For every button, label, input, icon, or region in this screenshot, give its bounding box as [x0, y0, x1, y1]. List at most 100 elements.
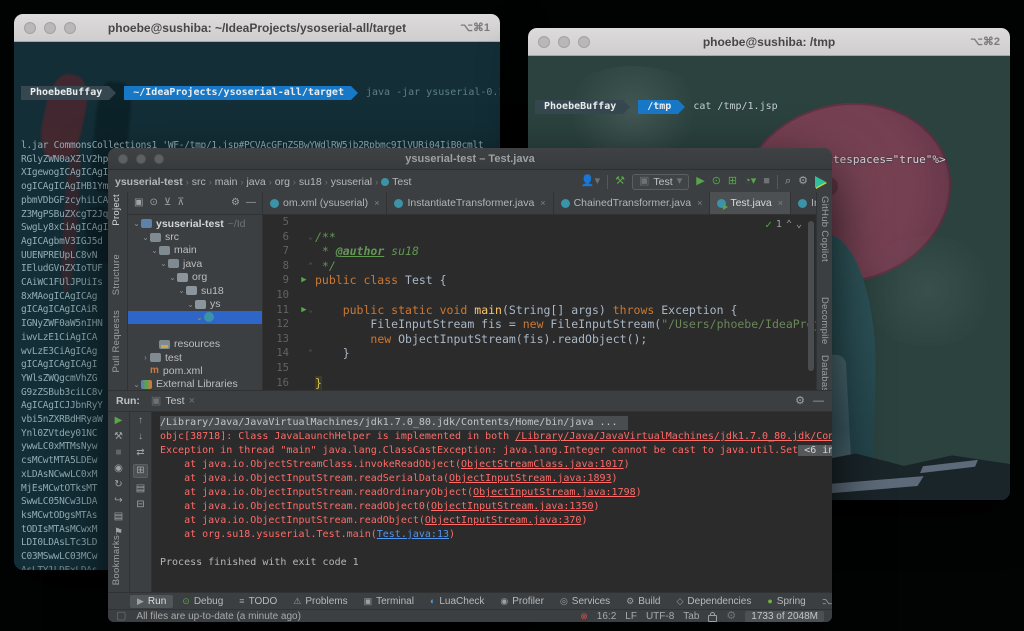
dump-threads-icon[interactable]: ◉ — [114, 464, 123, 474]
exit-icon[interactable]: ↪ — [114, 496, 122, 506]
up-stack-icon[interactable]: ↑ — [138, 416, 143, 426]
profile-icon[interactable]: 👤▾ — [581, 176, 600, 187]
settings-heart-icon[interactable]: ⚙ — [726, 611, 736, 622]
close-icon[interactable]: × — [778, 198, 783, 208]
stack-trace-link[interactable]: Test.java:13 — [377, 529, 449, 540]
file-encoding[interactable]: UTF-8 — [646, 611, 674, 622]
chevron-icon[interactable]: › — [141, 353, 150, 362]
breadcrumb-item[interactable]: src — [192, 176, 206, 188]
sidebar-item-decompile[interactable]: Decompile — [819, 297, 830, 345]
stack-trace-link[interactable]: ObjectInputStream.java:1893 — [449, 473, 612, 484]
tree-row[interactable]: ⌄ su18 — [128, 284, 262, 297]
close-icon[interactable]: × — [374, 198, 379, 208]
settings-gear-icon[interactable]: ⚙ — [798, 176, 808, 187]
run-gutter-icon[interactable]: ▶ — [301, 275, 306, 285]
close-icon[interactable]: × — [540, 198, 545, 208]
sidebar-item-structure[interactable]: Structure — [111, 254, 122, 295]
breadcrumb-item[interactable]: ysuserial — [331, 176, 372, 188]
fold-icon[interactable]: ⌃ — [308, 346, 313, 361]
debug-button[interactable]: ⊙ — [712, 176, 721, 187]
toolwindow-button-dependencies[interactable]: ◇ Dependencies — [669, 595, 758, 608]
profiler-button[interactable]: ◔▾ — [744, 176, 756, 187]
sidebar-item-project[interactable]: Project — [111, 194, 122, 226]
toolwindow-button-terminal[interactable]: ▣ Terminal — [357, 595, 421, 608]
toolwindow-button-todo[interactable]: ≡ TODO — [232, 595, 284, 608]
terminal-left-titlebar[interactable]: phoebe@sushiba: ~/IdeaProjects/ysoserial… — [14, 14, 500, 42]
ide-titlebar[interactable]: ysuserial-test – Test.java — [108, 148, 832, 170]
stop-button[interactable]: ■ — [115, 448, 121, 458]
lock-icon[interactable] — [708, 611, 718, 622]
rerun-button[interactable]: ▶ — [115, 416, 123, 426]
toolwindow-button-services[interactable]: ◎ Services — [553, 595, 617, 608]
tree-row[interactable]: ⌄ org — [128, 271, 262, 284]
sidebar-item-github-copilot[interactable]: GitHub Copilot — [819, 196, 830, 262]
search-icon[interactable]: ⌕ — [785, 176, 791, 187]
chevron-icon[interactable]: ⌄ — [186, 300, 195, 309]
close-icon[interactable]: × — [697, 198, 702, 208]
code-editor[interactable]: 5 6 ⌄/** 7 * @author su18 8 ⌃ */9 ▶ public clas… — [263, 215, 816, 390]
run-gutter-icon[interactable]: ▶ — [301, 305, 306, 315]
collapse-all-icon[interactable]: ⊼ — [177, 198, 184, 208]
inspections-widget[interactable]: ✓ 1 ⌃ ⌄ — [765, 218, 802, 233]
toolwindow-button-debug[interactable]: ⊙ Debug — [175, 595, 230, 608]
tree-row[interactable]: ⌄ External Libraries — [128, 378, 262, 390]
chevron-icon[interactable]: ⌄ — [168, 273, 177, 282]
soft-wrap-icon[interactable]: ⇄ — [136, 448, 144, 458]
restart-icon[interactable]: ↻ — [114, 480, 122, 490]
breadcrumb-item[interactable]: Test — [381, 176, 411, 188]
run-console[interactable]: /Library/Java/JavaVirtualMachines/jdk1.7… — [152, 412, 832, 593]
hide-icon[interactable]: — — [246, 198, 256, 208]
toolwindow-button-problems[interactable]: ⚠ Problems — [286, 595, 354, 608]
build-hammer-icon[interactable]: ⚒ — [615, 176, 625, 187]
tree-row[interactable]: › test — [128, 351, 262, 364]
stack-trace-link[interactable]: ObjectInputStream.java:1350 — [431, 501, 594, 512]
select-opened-file-icon[interactable]: ▣ — [134, 198, 143, 208]
tree-row[interactable]: ⌄ java — [128, 257, 262, 270]
toolwindow-button-run[interactable]: ▶ Run — [130, 594, 174, 608]
stack-trace-link[interactable]: ObjectInputStream.java:1798 — [473, 487, 636, 498]
clear-all-icon[interactable]: ⊟ — [136, 500, 144, 510]
sidebar-item-pull-requests[interactable]: Pull Requests — [111, 310, 122, 373]
stack-trace-link[interactable]: ObjectStreamClass.java:1017 — [461, 459, 624, 470]
breadcrumb-item[interactable]: java — [246, 176, 265, 188]
next-issue-icon[interactable]: ⌄ — [796, 218, 802, 233]
chevron-icon[interactable]: ⌄ — [141, 233, 150, 242]
memory-indicator[interactable]: 1733 of 2048M — [745, 611, 824, 622]
sidebar-item-bookmarks[interactable]: Bookmarks — [111, 535, 122, 585]
editor-tab[interactable]: InvokerTransformer.java× — [791, 192, 816, 214]
indent-style[interactable]: Tab — [683, 611, 699, 622]
chevron-icon[interactable]: ⌄ — [195, 313, 204, 322]
coverage-button[interactable]: ⊞ — [728, 176, 737, 187]
down-stack-icon[interactable]: ↓ — [138, 432, 143, 442]
breadcrumb-item[interactable]: su18 — [299, 176, 322, 188]
chevron-icon[interactable]: ⌄ — [177, 286, 186, 295]
caret-position[interactable]: 16:2 — [597, 611, 616, 622]
tree-row[interactable]: ⌄ src — [128, 230, 262, 243]
editor-tab[interactable]: om.xml (ysuserial) × — [263, 192, 388, 214]
tree-row[interactable]: ⌄ main — [128, 244, 262, 257]
toolwindow-button-spring[interactable]: ● Spring — [760, 595, 812, 608]
run-tab[interactable]: ▣ Test × — [146, 394, 200, 408]
scroll-to-end-icon[interactable]: ⊞ — [133, 464, 148, 478]
stack-trace-link[interactable]: ObjectInputStream.java:370 — [425, 515, 582, 526]
run-configuration-select[interactable]: ▣ Test ▾ — [632, 173, 690, 190]
tree-row[interactable]: resources — [128, 338, 262, 351]
ide-window[interactable]: ysuserial-test – Test.java ysuserial-tes… — [108, 148, 832, 622]
hide-icon[interactable]: — — [813, 395, 824, 407]
tree-row[interactable]: ⌄ — [128, 310, 262, 325]
print-icon[interactable]: ▤ — [136, 484, 145, 494]
tree-row[interactable] — [128, 324, 262, 337]
line-separator[interactable]: LF — [625, 611, 637, 622]
breadcrumb-item[interactable]: main — [215, 176, 238, 188]
layout-icon[interactable]: ▤ — [114, 512, 123, 522]
toolwindow-button-luacheck[interactable]: ◐ LuaCheck — [423, 595, 491, 608]
breadcrumb-item[interactable]: ysuserial-test — [115, 176, 183, 188]
fold-icon[interactable]: ⌄ — [308, 303, 313, 318]
fold-icon[interactable]: ⌃ — [308, 259, 313, 274]
chevron-icon[interactable]: ⌄ — [150, 246, 159, 255]
toolwindow-button-profiler[interactable]: ◉ Profiler — [493, 595, 551, 608]
breadcrumb-item[interactable]: org — [275, 176, 290, 188]
prev-issue-icon[interactable]: ⌃ — [786, 218, 792, 233]
chevron-icon[interactable]: ⌄ — [159, 259, 168, 268]
expand-all-icon[interactable]: ⊻ — [164, 198, 171, 208]
